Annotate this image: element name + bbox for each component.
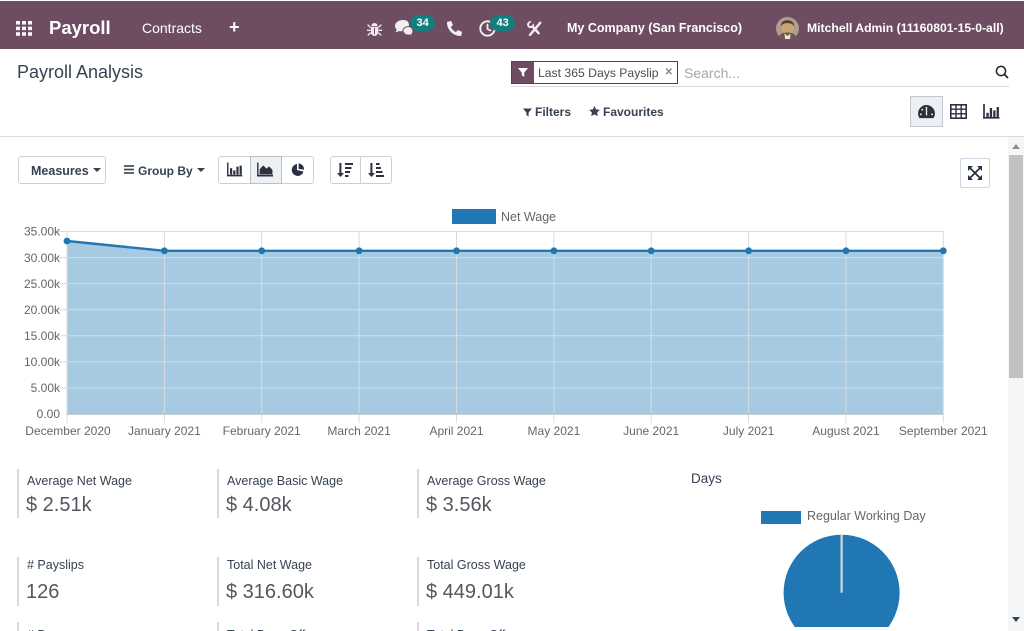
svg-text:15.00k: 15.00k: [24, 329, 61, 343]
svg-text:April 2021: April 2021: [429, 424, 483, 438]
svg-text:35.00k: 35.00k: [24, 225, 61, 239]
svg-text:0.00: 0.00: [37, 407, 61, 421]
svg-text:25.00k: 25.00k: [24, 277, 61, 291]
svg-text:May 2021: May 2021: [528, 424, 581, 438]
svg-text:10.00k: 10.00k: [24, 355, 61, 369]
svg-text:September 2021: September 2021: [899, 424, 988, 438]
svg-text:December 2020: December 2020: [25, 424, 111, 438]
svg-text:January 2021: January 2021: [128, 424, 201, 438]
svg-text:August 2021: August 2021: [812, 424, 880, 438]
svg-text:February 2021: February 2021: [223, 424, 301, 438]
svg-text:30.00k: 30.00k: [24, 251, 61, 265]
svg-text:March 2021: March 2021: [327, 424, 391, 438]
svg-text:June 2021: June 2021: [623, 424, 679, 438]
svg-text:5.00k: 5.00k: [31, 381, 61, 395]
svg-text:20.00k: 20.00k: [24, 303, 61, 317]
svg-text:July 2021: July 2021: [723, 424, 775, 438]
